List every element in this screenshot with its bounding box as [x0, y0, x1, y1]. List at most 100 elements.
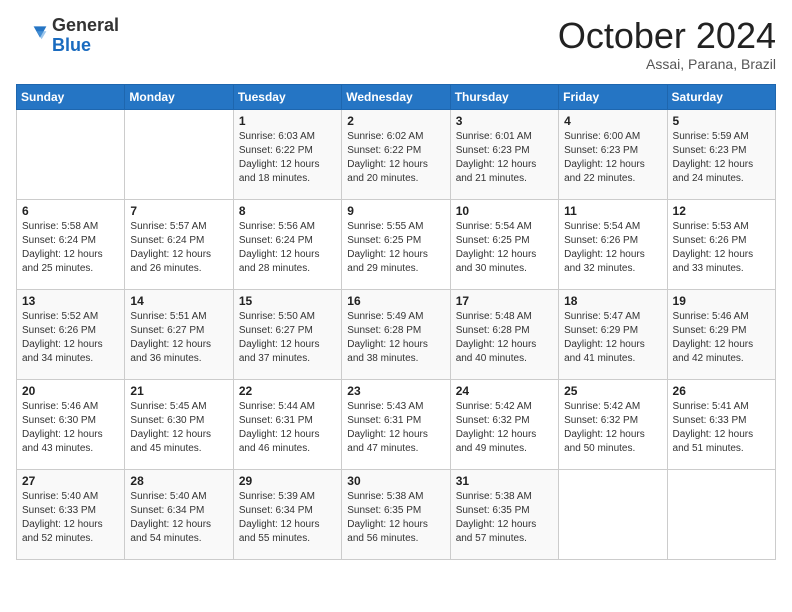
calendar-cell: 28Sunrise: 5:40 AM Sunset: 6:34 PM Dayli…	[125, 469, 233, 559]
day-info: Sunrise: 5:38 AM Sunset: 6:35 PM Dayligh…	[456, 490, 553, 546]
day-number: 16	[347, 294, 444, 308]
weekday-header-wednesday: Wednesday	[342, 84, 450, 109]
calendar-week-2: 6Sunrise: 5:58 AM Sunset: 6:24 PM Daylig…	[17, 199, 776, 289]
page-header: General Blue October 2024 Assai, Parana,…	[16, 16, 776, 72]
day-info: Sunrise: 5:54 AM Sunset: 6:26 PM Dayligh…	[564, 220, 661, 276]
day-info: Sunrise: 6:01 AM Sunset: 6:23 PM Dayligh…	[456, 130, 553, 186]
day-number: 12	[673, 204, 770, 218]
day-info: Sunrise: 5:53 AM Sunset: 6:26 PM Dayligh…	[673, 220, 770, 276]
day-number: 25	[564, 384, 661, 398]
calendar-cell: 17 Sunrise: 5:48 AM Sunset: 6:28 PM Dayli…	[450, 289, 558, 379]
logo-icon	[16, 20, 48, 52]
weekday-header-saturday: Saturday	[667, 84, 775, 109]
day-number: 27	[22, 474, 119, 488]
calendar-cell: 23 Sunrise: 5:43 AM Sunset: 6:31 PM Dayli…	[342, 379, 450, 469]
day-number: 22	[239, 384, 336, 398]
calendar-cell: 27 Sunrise: 5:40 AM Sunset: 6:33 PM Dayli…	[17, 469, 125, 559]
day-number: 10	[456, 204, 553, 218]
day-number: 31	[456, 474, 553, 488]
calendar-cell: 14 Sunrise: 5:51 AM Sunset: 6:27 PM Dayli…	[125, 289, 233, 379]
calendar-cell: 19 Sunrise: 5:46 AM Sunset: 6:29 PM Dayli…	[667, 289, 775, 379]
calendar-cell: 22 Sunrise: 5:44 AM Sunset: 6:31 PM Dayli…	[233, 379, 341, 469]
day-number: 18	[564, 294, 661, 308]
day-number: 5	[673, 114, 770, 128]
day-number: 23	[347, 384, 444, 398]
day-number: 29	[239, 474, 336, 488]
calendar-header: SundayMondayTuesdayWednesdayThursdayFrid…	[17, 84, 776, 109]
day-info: Sunrise: 5:40 AM Sunset: 6:34 PM Dayligh…	[130, 490, 227, 546]
day-number: 30	[347, 474, 444, 488]
day-info: Sunrise: 5:48 AM Sunset: 6:28 PM Dayligh…	[456, 310, 553, 366]
day-info: Sunrise: 5:38 AM Sunset: 6:35 PM Dayligh…	[347, 490, 444, 546]
day-info: Sunrise: 5:42 AM Sunset: 6:32 PM Dayligh…	[564, 400, 661, 456]
calendar-cell: 15 Sunrise: 5:50 AM Sunset: 6:27 PM Dayli…	[233, 289, 341, 379]
day-info: Sunrise: 5:40 AM Sunset: 6:33 PM Dayligh…	[22, 490, 119, 546]
calendar-cell	[559, 469, 667, 559]
day-number: 26	[673, 384, 770, 398]
calendar-cell: 11Sunrise: 5:54 AM Sunset: 6:26 PM Dayli…	[559, 199, 667, 289]
calendar-cell: 20 Sunrise: 5:46 AM Sunset: 6:30 PM Dayli…	[17, 379, 125, 469]
day-number: 15	[239, 294, 336, 308]
day-number: 4	[564, 114, 661, 128]
day-number: 19	[673, 294, 770, 308]
day-info: Sunrise: 5:49 AM Sunset: 6:28 PM Dayligh…	[347, 310, 444, 366]
day-number: 7	[130, 204, 227, 218]
day-number: 24	[456, 384, 553, 398]
calendar-week-5: 27 Sunrise: 5:40 AM Sunset: 6:33 PM Dayli…	[17, 469, 776, 559]
weekday-header-sunday: Sunday	[17, 84, 125, 109]
calendar-cell: 25 Sunrise: 5:42 AM Sunset: 6:32 PM Dayli…	[559, 379, 667, 469]
calendar-week-3: 13Sunrise: 5:52 AM Sunset: 6:26 PM Dayli…	[17, 289, 776, 379]
calendar-cell: 7 Sunrise: 5:57 AM Sunset: 6:24 PM Daylig…	[125, 199, 233, 289]
day-number: 13	[22, 294, 119, 308]
day-number: 1	[239, 114, 336, 128]
day-info: Sunrise: 5:39 AM Sunset: 6:34 PM Dayligh…	[239, 490, 336, 546]
day-info: Sunrise: 5:46 AM Sunset: 6:29 PM Dayligh…	[673, 310, 770, 366]
day-number: 14	[130, 294, 227, 308]
calendar-body: 1Sunrise: 6:03 AM Sunset: 6:22 PM Daylig…	[17, 109, 776, 559]
day-number: 2	[347, 114, 444, 128]
calendar-cell: 18 Sunrise: 5:47 AM Sunset: 6:29 PM Dayli…	[559, 289, 667, 379]
calendar-cell: 9 Sunrise: 5:55 AM Sunset: 6:25 PM Daylig…	[342, 199, 450, 289]
calendar-cell: 31 Sunrise: 5:38 AM Sunset: 6:35 PM Dayli…	[450, 469, 558, 559]
weekday-header-friday: Friday	[559, 84, 667, 109]
calendar-cell: 26 Sunrise: 5:41 AM Sunset: 6:33 PM Dayli…	[667, 379, 775, 469]
day-info: Sunrise: 5:57 AM Sunset: 6:24 PM Dayligh…	[130, 220, 227, 276]
day-info: Sunrise: 5:50 AM Sunset: 6:27 PM Dayligh…	[239, 310, 336, 366]
day-info: Sunrise: 5:44 AM Sunset: 6:31 PM Dayligh…	[239, 400, 336, 456]
calendar-cell: 21 Sunrise: 5:45 AM Sunset: 6:30 PM Dayli…	[125, 379, 233, 469]
title-block: October 2024 Assai, Parana, Brazil	[558, 16, 776, 72]
day-info: Sunrise: 5:42 AM Sunset: 6:32 PM Dayligh…	[456, 400, 553, 456]
logo-blue-text: Blue	[52, 35, 91, 55]
calendar-cell: 13Sunrise: 5:52 AM Sunset: 6:26 PM Dayli…	[17, 289, 125, 379]
calendar-cell: 24 Sunrise: 5:42 AM Sunset: 6:32 PM Dayli…	[450, 379, 558, 469]
calendar-cell: 4 Sunrise: 6:00 AM Sunset: 6:23 PM Daylig…	[559, 109, 667, 199]
calendar-week-1: 1Sunrise: 6:03 AM Sunset: 6:22 PM Daylig…	[17, 109, 776, 199]
day-number: 9	[347, 204, 444, 218]
day-info: Sunrise: 6:02 AM Sunset: 6:22 PM Dayligh…	[347, 130, 444, 186]
calendar-cell: 5 Sunrise: 5:59 AM Sunset: 6:23 PM Daylig…	[667, 109, 775, 199]
day-number: 20	[22, 384, 119, 398]
day-number: 21	[130, 384, 227, 398]
calendar-table: SundayMondayTuesdayWednesdayThursdayFrid…	[16, 84, 776, 560]
day-info: Sunrise: 5:46 AM Sunset: 6:30 PM Dayligh…	[22, 400, 119, 456]
calendar-cell: 1Sunrise: 6:03 AM Sunset: 6:22 PM Daylig…	[233, 109, 341, 199]
day-number: 17	[456, 294, 553, 308]
weekday-header-monday: Monday	[125, 84, 233, 109]
logo: General Blue	[16, 16, 119, 56]
calendar-cell: 10 Sunrise: 5:54 AM Sunset: 6:25 PM Dayli…	[450, 199, 558, 289]
day-info: Sunrise: 5:58 AM Sunset: 6:24 PM Dayligh…	[22, 220, 119, 276]
day-info: Sunrise: 5:43 AM Sunset: 6:31 PM Dayligh…	[347, 400, 444, 456]
day-number: 3	[456, 114, 553, 128]
day-info: Sunrise: 6:00 AM Sunset: 6:23 PM Dayligh…	[564, 130, 661, 186]
day-number: 8	[239, 204, 336, 218]
day-info: Sunrise: 5:41 AM Sunset: 6:33 PM Dayligh…	[673, 400, 770, 456]
day-info: Sunrise: 5:51 AM Sunset: 6:27 PM Dayligh…	[130, 310, 227, 366]
day-info: Sunrise: 5:55 AM Sunset: 6:25 PM Dayligh…	[347, 220, 444, 276]
day-info: Sunrise: 5:54 AM Sunset: 6:25 PM Dayligh…	[456, 220, 553, 276]
weekday-header-thursday: Thursday	[450, 84, 558, 109]
day-info: Sunrise: 5:47 AM Sunset: 6:29 PM Dayligh…	[564, 310, 661, 366]
location-subtitle: Assai, Parana, Brazil	[558, 56, 776, 72]
day-info: Sunrise: 5:59 AM Sunset: 6:23 PM Dayligh…	[673, 130, 770, 186]
calendar-cell: 2 Sunrise: 6:02 AM Sunset: 6:22 PM Daylig…	[342, 109, 450, 199]
day-info: Sunrise: 5:45 AM Sunset: 6:30 PM Dayligh…	[130, 400, 227, 456]
